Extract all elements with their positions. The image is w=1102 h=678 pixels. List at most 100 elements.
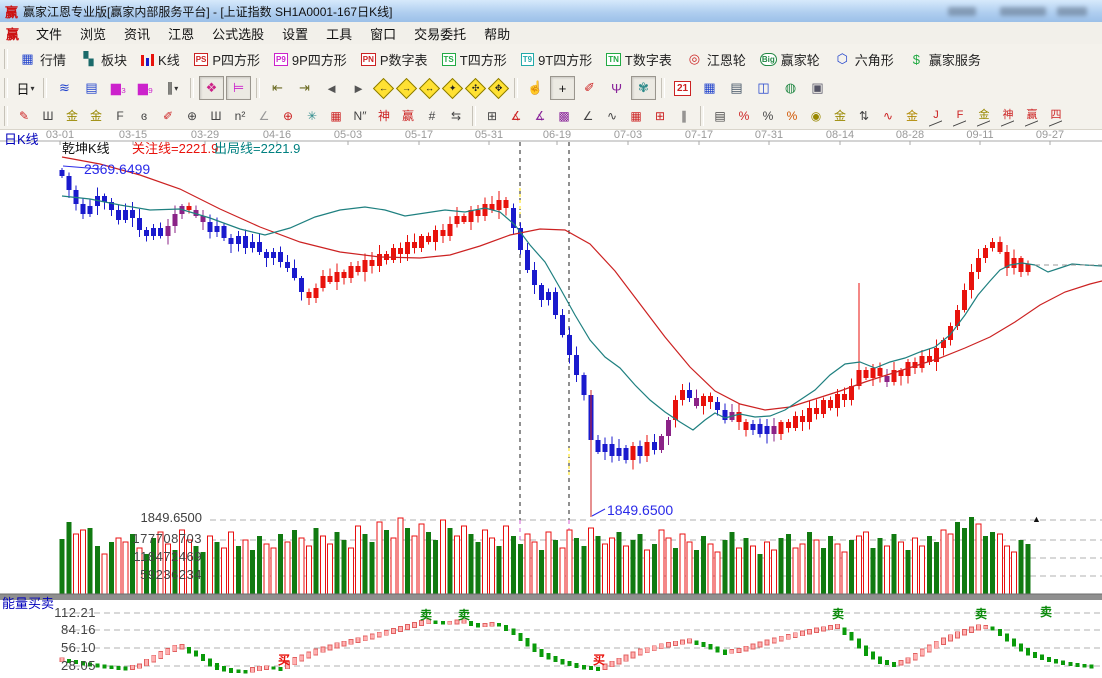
updown-pencil-button[interactable]: ⇅: [853, 105, 875, 127]
n-mark-button[interactable]: Ν″: [349, 105, 371, 127]
percent-button[interactable]: %: [757, 105, 779, 127]
shen-comb-button[interactable]: 神: [373, 105, 395, 127]
t-square-button[interactable]: TST四方形: [435, 47, 514, 71]
gold-comb-1-button[interactable]: 金: [61, 105, 83, 127]
date-tick-label: 06-19: [537, 129, 577, 141]
report-button[interactable]: ▤: [724, 76, 749, 100]
win-box-button[interactable]: 赢: [397, 105, 419, 127]
shen-angle-button[interactable]: 神: [997, 105, 1019, 127]
time-comb-button[interactable]: Ш: [205, 105, 227, 127]
red-wave-button[interactable]: ∿: [877, 105, 899, 127]
prev-page-button[interactable]: ◄: [319, 76, 344, 100]
winner-wheel-button[interactable]: Big赢家轮: [753, 47, 827, 71]
t-number-table-button[interactable]: TNT数字表: [599, 47, 679, 71]
hand-tool-button[interactable]: ☝: [523, 76, 548, 100]
expand-all-button[interactable]: ✣: [466, 79, 485, 98]
red-target-button[interactable]: ⊕: [277, 105, 299, 127]
save-button[interactable]: ◫: [751, 76, 776, 100]
spiral-button[interactable]: ɞ: [133, 105, 155, 127]
f-angle-button[interactable]: F: [949, 105, 971, 127]
angle-pencil-button[interactable]: ∠: [577, 105, 599, 127]
gold-comb-2-button[interactable]: 金: [85, 105, 107, 127]
winner-service-button[interactable]: $赢家服务: [901, 47, 988, 71]
calculator-button[interactable]: ▦: [697, 76, 722, 100]
title-bar: 赢 赢家江恩专业版[赢家内部服务平台] - [上证指数 SH1A0001-167…: [0, 0, 1102, 23]
angle-measure-button[interactable]: ✐: [577, 76, 602, 100]
j-angle-button[interactable]: J: [925, 105, 947, 127]
menu-工具[interactable]: 工具: [317, 22, 361, 45]
date-tick-label: 03-01: [40, 129, 80, 141]
web-button[interactable]: ◍: [778, 76, 803, 100]
sectors-button[interactable]: ▚板块: [73, 47, 134, 71]
percent-red-button[interactable]: %: [733, 105, 755, 127]
gann-circle-button[interactable]: ⊕: [181, 105, 203, 127]
percent-line-button[interactable]: %: [781, 105, 803, 127]
menu-文件[interactable]: 文件: [27, 22, 71, 45]
crosshair-tool-button[interactable]: +: [550, 76, 575, 100]
comb-button[interactable]: Ш: [37, 105, 59, 127]
p-number-table-button[interactable]: PNP数字表: [354, 47, 435, 71]
angle-fan-button[interactable]: ∠: [253, 105, 275, 127]
palette-button[interactable]: ❖: [199, 76, 224, 100]
last-page-button[interactable]: ⇥: [292, 76, 317, 100]
kline-button[interactable]: K线: [134, 47, 187, 71]
bars-9-button[interactable]: ▆₉: [133, 76, 158, 100]
menu-江恩[interactable]: 江恩: [159, 22, 203, 45]
toolbar-draw: ✎Ш金金Fɞ✐⊕Шn²∠⊕✳▦Ν″神赢#⇆⊞∡∡▩∠∿▦⊞∥▤%%%◉金⇅∿金J…: [0, 102, 1102, 130]
hexagon-button[interactable]: ⬡六角形: [827, 47, 901, 71]
purple-fan-button[interactable]: ∡: [529, 105, 551, 127]
gold-strike-button[interactable]: 金: [901, 105, 923, 127]
shift-left-button[interactable]: ←: [374, 79, 393, 98]
win-angle-button[interactable]: 赢: [1021, 105, 1043, 127]
watch-line-label: 关注线=2221.9: [132, 142, 218, 156]
zigzag-button[interactable]: ∿: [601, 105, 623, 127]
pencil-ruler-button[interactable]: ✐: [157, 105, 179, 127]
info-note-button[interactable]: ▤: [79, 76, 104, 100]
menu-公式选股[interactable]: 公式选股: [203, 22, 273, 45]
gann-wheel-button[interactable]: ◎江恩轮: [679, 47, 753, 71]
fit-all-button[interactable]: ✥: [489, 79, 508, 98]
gold-lines-button[interactable]: 金: [829, 105, 851, 127]
next-page-button[interactable]: ►: [346, 76, 371, 100]
quotes-button[interactable]: ▦行情: [12, 47, 73, 71]
menu-窗口[interactable]: 窗口: [361, 22, 405, 45]
purple-grid-button[interactable]: ▩: [553, 105, 575, 127]
red-grid-2-button[interactable]: ▦: [625, 105, 647, 127]
menu-帮助[interactable]: 帮助: [475, 22, 519, 45]
period-dropdown-button[interactable]: 日▾: [13, 76, 38, 100]
price-ladder-button[interactable]: ▤: [709, 105, 731, 127]
gold-circle-button[interactable]: ◉: [805, 105, 827, 127]
window-box-button[interactable]: ⊞: [481, 105, 503, 127]
print-button[interactable]: ▣: [805, 76, 830, 100]
smart-tool-button[interactable]: ✾: [631, 76, 656, 100]
bars-3-button[interactable]: ▆₃: [106, 76, 131, 100]
p-square-button[interactable]: PSP四方形: [187, 47, 267, 71]
red-grid-box-button[interactable]: ▦: [325, 105, 347, 127]
menu-资讯[interactable]: 资讯: [115, 22, 159, 45]
teal-star-grid-button[interactable]: ✳: [301, 105, 323, 127]
calendar-button[interactable]: 21: [670, 76, 695, 100]
gold-angle-button[interactable]: 金: [973, 105, 995, 127]
expand-x-button[interactable]: ↔: [420, 79, 439, 98]
menu-浏览[interactable]: 浏览: [71, 22, 115, 45]
9t-square-button[interactable]: T99T四方形: [514, 47, 600, 71]
parallel-lines-button[interactable]: ∥: [673, 105, 695, 127]
compress-x-button[interactable]: ✦: [443, 79, 462, 98]
first-page-button[interactable]: ⇤: [265, 76, 290, 100]
grid-123-button[interactable]: #: [421, 105, 443, 127]
draw-pencil-button[interactable]: ✎: [13, 105, 35, 127]
volume-profile-button[interactable]: ⊨: [226, 76, 251, 100]
f-comb-button[interactable]: F: [109, 105, 131, 127]
menu-交易委托[interactable]: 交易委托: [405, 22, 475, 45]
menu-设置[interactable]: 设置: [273, 22, 317, 45]
shift-right-button[interactable]: →: [397, 79, 416, 98]
span-arrows-button[interactable]: ⇆: [445, 105, 467, 127]
red-grid-3-button[interactable]: ⊞: [649, 105, 671, 127]
candle-style-button[interactable]: ∥▾: [160, 76, 185, 100]
n-square-button[interactable]: n²: [229, 105, 251, 127]
gann-tool-button[interactable]: Ψ: [604, 76, 629, 100]
trend-wave-button[interactable]: ≋: [52, 76, 77, 100]
red-fan-button[interactable]: ∡: [505, 105, 527, 127]
9p-square-button[interactable]: P99P四方形: [267, 47, 354, 71]
four-angle-button[interactable]: 四: [1045, 105, 1067, 127]
